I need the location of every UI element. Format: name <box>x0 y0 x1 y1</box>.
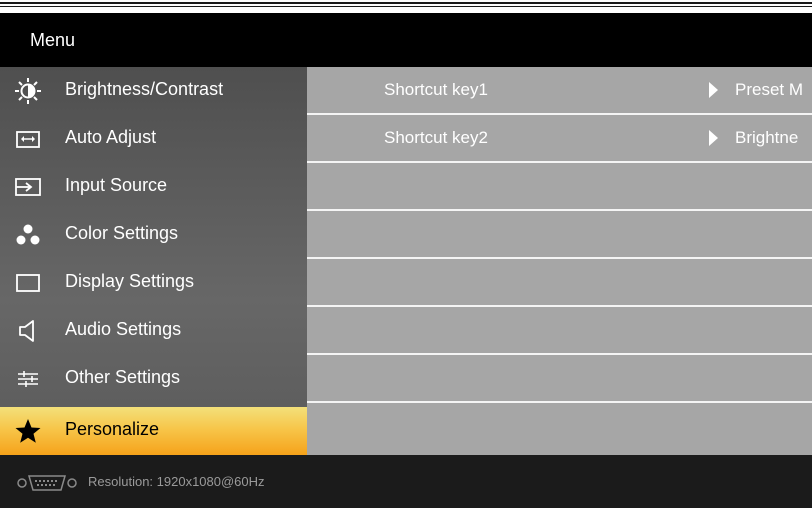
osd-panel: Menu Brightness/Contrast Auto Adjust Inp… <box>0 13 812 508</box>
empty-row <box>307 211 812 259</box>
menu-item-label: Other Settings <box>65 367 181 387</box>
display-settings-icon <box>14 269 42 297</box>
menu-item-label: Auto Adjust <box>65 127 157 147</box>
menu-item-label: Display Settings <box>65 271 195 291</box>
empty-row <box>307 259 812 307</box>
main-menu: Brightness/Contrast Auto Adjust Input So… <box>0 67 307 455</box>
menu-item-label: Audio Settings <box>65 319 182 339</box>
empty-row <box>307 163 812 211</box>
arrow-right-icon <box>709 130 718 146</box>
menu-item-display-settings[interactable]: Display Settings <box>0 259 307 307</box>
top-border-line <box>0 6 812 7</box>
row-shortcut-key2[interactable]: Shortcut key2 Brightne <box>307 115 812 163</box>
sliders-icon <box>14 365 42 393</box>
menu-item-auto-adjust[interactable]: Auto Adjust <box>0 115 307 163</box>
empty-row <box>307 307 812 355</box>
menu-item-other-settings[interactable]: Other Settings <box>0 355 307 403</box>
osd-screen: Menu Brightness/Contrast Auto Adjust Inp… <box>0 0 812 508</box>
row-shortcut-key1[interactable]: Shortcut key1 Preset M <box>307 67 812 115</box>
star-icon <box>14 417 42 445</box>
row-value: Brightne <box>735 128 799 147</box>
status-footer: Resolution: 1920x1080@60Hz <box>0 455 812 508</box>
top-border-line <box>0 2 812 4</box>
input-source-icon <box>14 173 42 201</box>
speaker-icon <box>14 317 42 345</box>
title-bar: Menu <box>0 13 812 67</box>
submenu-panel: Shortcut key1 Preset M Shortcut key2 Bri… <box>307 67 812 455</box>
menu-item-label: Color Settings <box>65 223 179 243</box>
arrow-right-icon <box>709 82 718 98</box>
menu-item-label: Brightness/Contrast <box>65 79 224 99</box>
menu-item-color-settings[interactable]: Color Settings <box>0 211 307 259</box>
menu-title: Menu <box>30 30 76 50</box>
menu-item-label: Personalize <box>65 419 160 439</box>
row-label: Shortcut key2 <box>384 128 488 147</box>
row-value: Preset M <box>735 80 804 99</box>
menu-item-input-source[interactable]: Input Source <box>0 163 307 211</box>
row-label: Shortcut key1 <box>384 80 488 99</box>
menu-item-personalize[interactable]: Personalize <box>0 407 307 455</box>
menu-item-label: Input Source <box>65 175 168 195</box>
brightness-icon <box>14 77 42 105</box>
empty-row <box>307 355 812 403</box>
color-settings-icon <box>14 221 42 249</box>
resolution-text: Resolution: 1920x1080@60Hz <box>88 474 265 489</box>
menu-item-audio-settings[interactable]: Audio Settings <box>0 307 307 355</box>
vga-connector-icon <box>16 473 78 493</box>
menu-item-brightness-contrast[interactable]: Brightness/Contrast <box>0 67 307 115</box>
auto-adjust-icon <box>14 125 42 153</box>
